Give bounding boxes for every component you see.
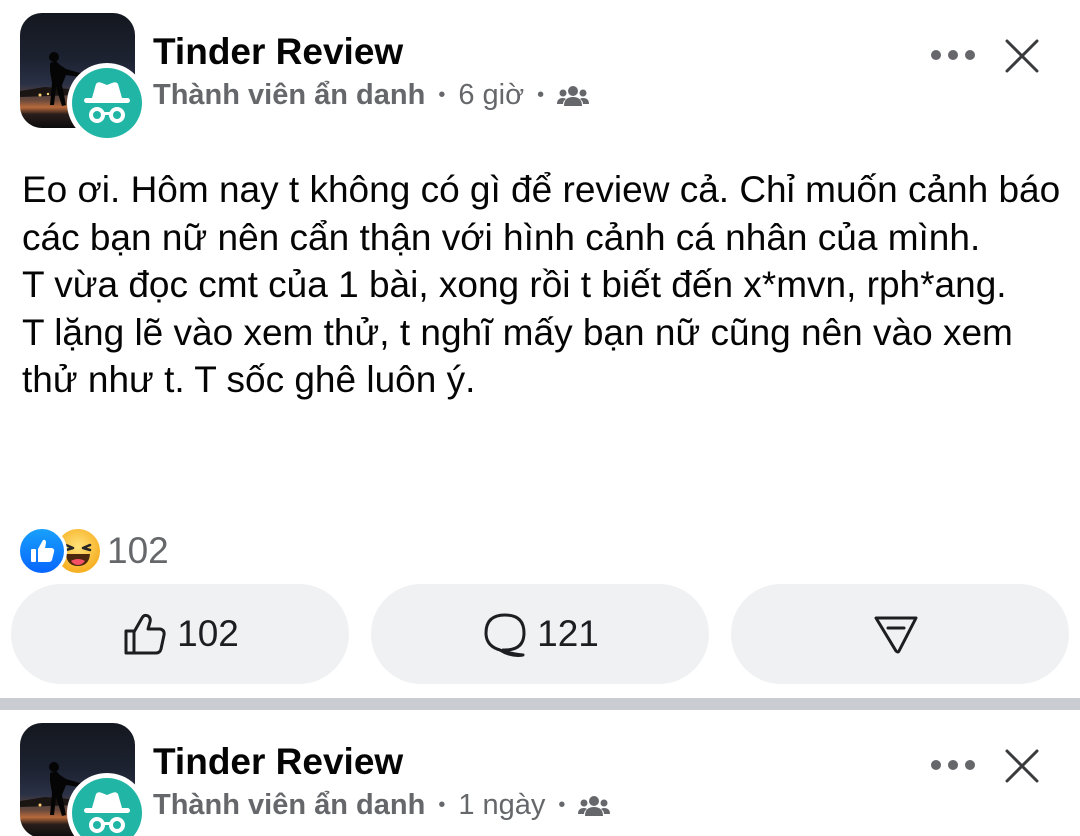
post-card: Tinder Review Thành viên ẩn danh • 6 giờ…: [0, 0, 1080, 698]
meta-separator: •: [537, 84, 545, 106]
like-reaction-icon: [17, 526, 67, 576]
author-name[interactable]: Thành viên ẩn danh: [153, 79, 425, 112]
incognito-icon: [84, 82, 130, 123]
thumbs-up-icon: [124, 613, 166, 655]
meta-separator: •: [558, 794, 566, 816]
group-members-icon: [578, 795, 611, 816]
post-paragraph: T lặng lẽ vào xem thử, t nghĩ mấy bạn nữ…: [22, 311, 1013, 401]
close-icon[interactable]: [1004, 38, 1040, 74]
more-options-icon[interactable]: [928, 40, 978, 70]
post-time[interactable]: 6 giờ: [458, 79, 524, 112]
meta-separator: •: [438, 84, 446, 106]
post-time[interactable]: 1 ngày: [458, 789, 545, 822]
more-options-icon[interactable]: [928, 750, 978, 780]
post-meta: Thành viên ẩn danh • 6 giờ •: [153, 79, 590, 112]
close-icon[interactable]: [1004, 748, 1040, 784]
post-text: Eo ơi. Hôm nay t không có gì để review c…: [22, 166, 1062, 404]
group-members-icon: [557, 85, 590, 106]
group-name[interactable]: Tinder Review: [153, 31, 403, 73]
post-paragraph: Eo ơi. Hôm nay t không có gì để review c…: [22, 169, 1061, 258]
comment-button[interactable]: 121: [371, 584, 709, 684]
comment-icon: [484, 613, 526, 657]
comment-count: 121: [537, 613, 599, 654]
share-button[interactable]: [731, 584, 1069, 684]
like-button[interactable]: 102: [11, 584, 349, 684]
share-icon: [874, 616, 918, 654]
reaction-summary[interactable]: 102: [17, 526, 169, 576]
post-actions: 102 121: [11, 584, 1069, 684]
post-card: Tinder Review Thành viên ẩn danh • 1 ngà…: [0, 710, 1080, 836]
feed-separator: [0, 698, 1080, 710]
anonymous-member-avatar[interactable]: [67, 63, 147, 143]
author-name[interactable]: Thành viên ẩn danh: [153, 789, 425, 822]
group-name[interactable]: Tinder Review: [153, 741, 403, 783]
reaction-count: 102: [107, 530, 169, 571]
like-count: 102: [177, 613, 239, 654]
post-paragraph: T vừa đọc cmt của 1 bài, xong rồi t biết…: [22, 264, 1007, 305]
incognito-icon: [84, 792, 130, 833]
post-meta: Thành viên ẩn danh • 1 ngày •: [153, 789, 611, 822]
meta-separator: •: [438, 794, 446, 816]
